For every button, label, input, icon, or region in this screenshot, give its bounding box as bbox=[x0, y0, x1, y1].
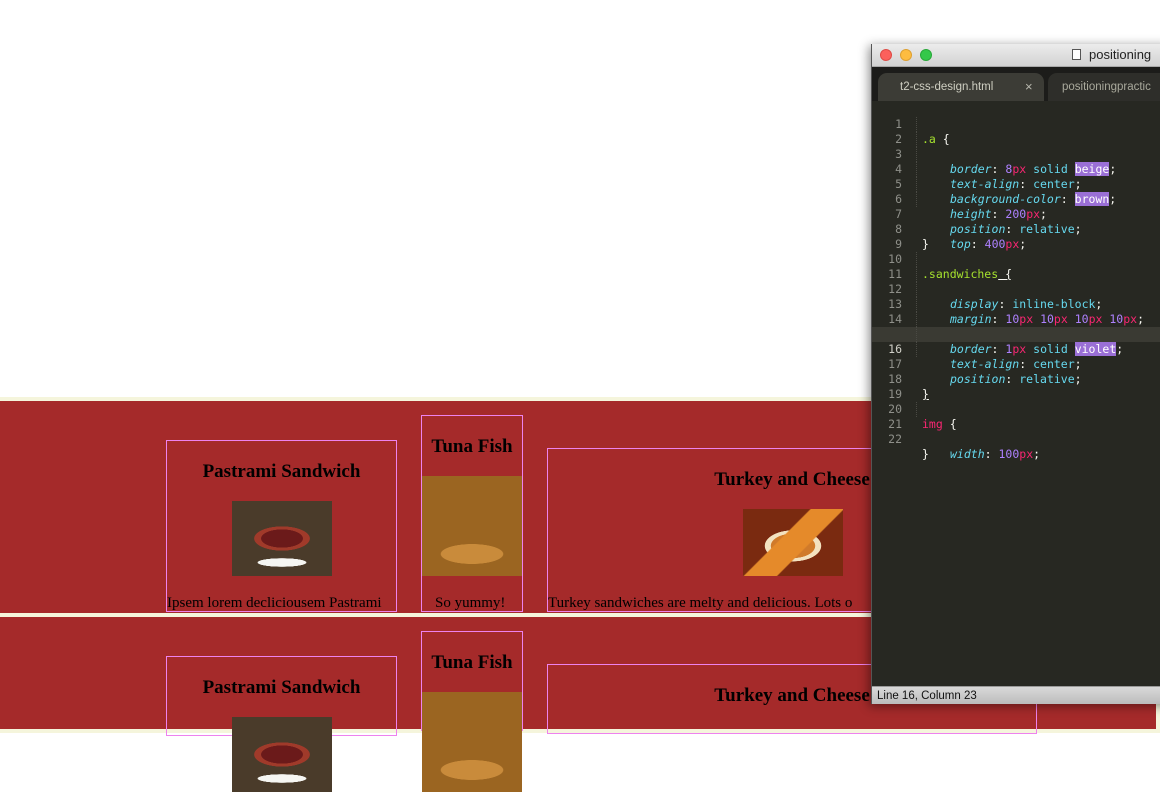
card-title: Tuna Fish bbox=[431, 652, 513, 673]
code-line: 6 position: relative; bbox=[872, 177, 1160, 236]
code-line: 7 top: 400px; bbox=[872, 192, 1160, 251]
code-line: 21 width: 100px; bbox=[872, 402, 1160, 461]
code-line: 22 } bbox=[872, 417, 1160, 461]
card-pastrami: Pastrami Sandwich bbox=[166, 656, 397, 792]
code-line-active: 16 position: relative; bbox=[872, 327, 1160, 386]
code-line: 5 height: 200px; bbox=[872, 162, 1160, 221]
code-line: 12 margin: 10px 10px 10px 10px; bbox=[872, 267, 1160, 326]
code-line: 9 bbox=[872, 222, 1160, 251]
close-tab-icon[interactable]: × bbox=[1025, 73, 1033, 101]
tab-positioningpractice[interactable]: positioningpractic bbox=[1048, 73, 1160, 101]
card-title: Pastrami Sandwich bbox=[202, 677, 361, 698]
tab-label: positioningpractic bbox=[1062, 81, 1151, 93]
card-caption: Turkey sandwiches are melty and deliciou… bbox=[548, 595, 853, 611]
zoom-window-icon[interactable] bbox=[920, 49, 932, 61]
card-pastrami: Pastrami Sandwich Ipsem lorem declicious… bbox=[166, 440, 397, 612]
card-title: Pastrami Sandwich bbox=[202, 461, 361, 482]
close-window-icon[interactable] bbox=[880, 49, 892, 61]
pastrami-sandwich-photo bbox=[232, 717, 332, 792]
code-line: 15 text-align: center; bbox=[872, 312, 1160, 371]
tuna-fish-photo bbox=[422, 476, 522, 576]
status-bar: Line 16, Column 23 bbox=[872, 686, 1160, 704]
code-line: 20 img { bbox=[872, 387, 1160, 431]
minimize-window-icon[interactable] bbox=[900, 49, 912, 61]
window-title: positioning bbox=[1089, 47, 1152, 62]
code-line: 4 background-color: brown; bbox=[872, 147, 1160, 206]
code-line: 14 border: 1px solid violet; bbox=[872, 297, 1160, 356]
document-icon bbox=[1072, 49, 1081, 60]
tab-bar: t2-css-design.html × positioningpractic bbox=[872, 67, 1160, 101]
turkey-cheese-photo bbox=[743, 509, 843, 576]
card-tuna: Tuna Fish bbox=[421, 631, 523, 792]
code-line: 1 .a { bbox=[872, 102, 1160, 146]
code-area[interactable]: 1 .a { 2 border: 8px solid beige; 3 text… bbox=[872, 102, 1160, 686]
card-caption: So yummy! bbox=[435, 595, 506, 611]
code-line: 11 display: inline-block; bbox=[872, 252, 1160, 311]
card-caption: Ipsem lorem decliciousem Pastrami bbox=[167, 595, 382, 611]
code-line: 18 } bbox=[872, 357, 1160, 401]
card-tuna: Tuna Fish So yummy! bbox=[421, 415, 523, 612]
card-title: Tuna Fish bbox=[431, 436, 513, 457]
line-number: 22 bbox=[888, 432, 902, 446]
code-line: 3 text-align: center; bbox=[872, 132, 1160, 191]
window-titlebar[interactable]: positioning bbox=[872, 44, 1160, 67]
tuna-fish-photo bbox=[422, 692, 522, 792]
tab-t2-css-design[interactable]: t2-css-design.html × bbox=[878, 73, 1044, 101]
code-line: 19 bbox=[872, 372, 1160, 401]
code-line: 10 .sandwiches { bbox=[872, 237, 1160, 281]
code-line: 2 border: 8px solid beige; bbox=[872, 117, 1160, 176]
pastrami-sandwich-photo bbox=[232, 501, 332, 576]
code-line: 17 bbox=[872, 342, 1160, 371]
code-editor-window: positioning t2-css-design.html × positio… bbox=[871, 44, 1160, 704]
code-line: 8 } bbox=[872, 207, 1160, 251]
tab-label: t2-css-design.html bbox=[900, 81, 994, 93]
code-line: 13 width: auto; bbox=[872, 282, 1160, 341]
